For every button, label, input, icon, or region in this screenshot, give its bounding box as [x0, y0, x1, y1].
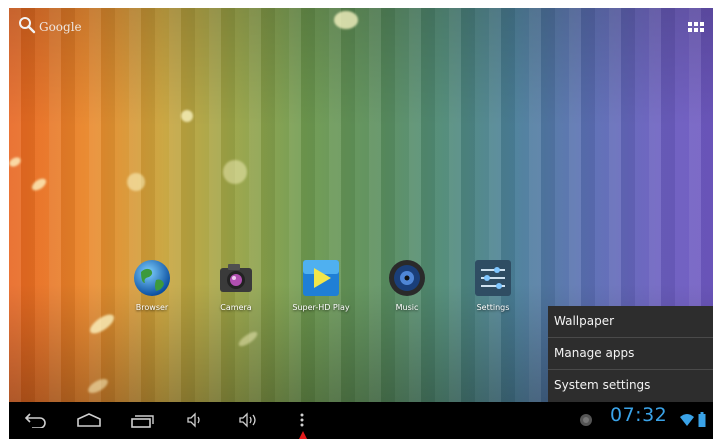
- notification-icon[interactable]: [577, 408, 595, 432]
- volume-up-icon[interactable]: [237, 408, 261, 432]
- options-menu: Wallpaper Manage apps System settings: [548, 306, 713, 402]
- system-navigation-bar: [9, 402, 713, 439]
- pointer-marker: [299, 431, 307, 439]
- battery-icon: [697, 408, 707, 432]
- apps-grid-icon[interactable]: [687, 18, 705, 36]
- tablet-screen: Google Browser Camera Super-HD Play Musi…: [9, 8, 713, 439]
- app-music[interactable]: Music: [371, 258, 443, 312]
- app-label: Browser: [135, 303, 169, 312]
- app-settings[interactable]: Settings: [457, 258, 529, 312]
- search-icon: [18, 16, 36, 38]
- volume-down-icon[interactable]: [185, 408, 205, 432]
- app-label: Camera: [220, 303, 252, 312]
- speaker-icon: [387, 258, 427, 298]
- wifi-icon: [679, 408, 695, 432]
- recent-apps-icon[interactable]: [129, 408, 157, 432]
- light-blob: [223, 160, 247, 184]
- menu-item-system-settings[interactable]: System settings: [548, 370, 713, 401]
- light-blob: [334, 11, 358, 29]
- light-blob: [181, 110, 193, 122]
- app-label: Super-HD Play: [292, 303, 350, 312]
- app-label: Settings: [476, 303, 510, 312]
- status-clock: 07:32: [610, 404, 668, 426]
- sliders-icon: [473, 258, 513, 298]
- play-icon: [301, 258, 341, 298]
- wallpaper: Google Browser Camera Super-HD Play Musi…: [9, 8, 713, 402]
- app-browser[interactable]: Browser: [116, 258, 188, 312]
- menu-item-wallpaper[interactable]: Wallpaper: [548, 306, 713, 338]
- menu-item-manage-apps[interactable]: Manage apps: [548, 338, 713, 370]
- search-label: Google: [39, 20, 82, 34]
- app-camera[interactable]: Camera: [200, 258, 272, 312]
- app-label: Music: [395, 303, 419, 312]
- google-search-bar[interactable]: Google: [18, 16, 82, 38]
- back-icon[interactable]: [23, 408, 49, 432]
- light-blob: [127, 173, 145, 191]
- menu-dots-icon[interactable]: [297, 408, 307, 432]
- home-icon[interactable]: [75, 408, 103, 432]
- globe-icon: [132, 258, 172, 298]
- app-super-hd-play[interactable]: Super-HD Play: [285, 258, 357, 312]
- camera-icon: [216, 258, 256, 298]
